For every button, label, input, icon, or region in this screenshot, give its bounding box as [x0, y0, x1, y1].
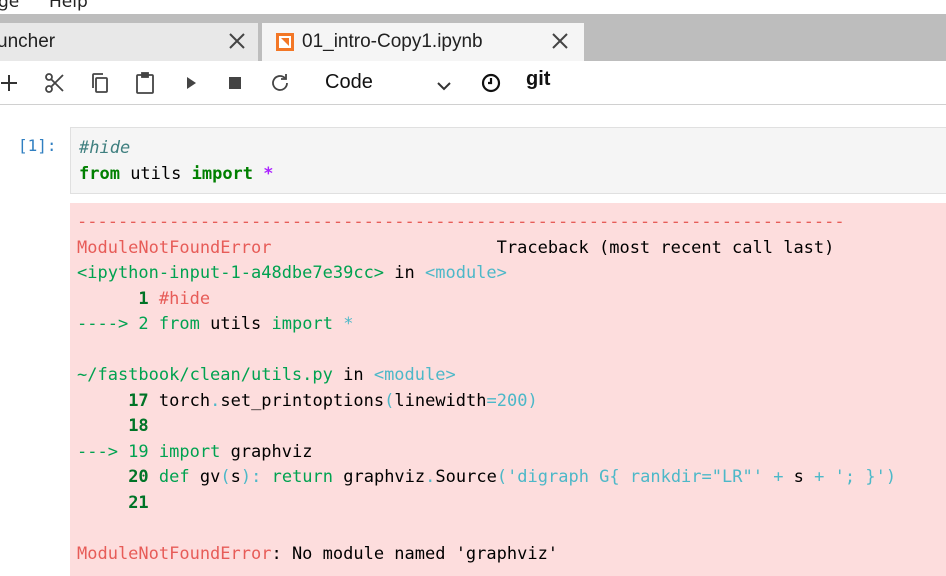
line-number: 18 — [128, 416, 149, 436]
code-string: '; }' — [834, 467, 886, 487]
module-ref: <module> — [373, 365, 456, 385]
file-path: ~/fastbook/clean/utils.py — [77, 365, 333, 385]
code-text: linewidth — [394, 390, 487, 411]
input-reference: <ipython-input-1-a48dbe7e39cc> — [77, 263, 385, 283]
menu-item[interactable]: ge — [0, 0, 19, 12]
cell-prompt: [1]: — [18, 136, 57, 155]
tab-label: 01_intro-Copy1.ipynb — [302, 31, 483, 52]
code-operator: ( — [384, 390, 395, 411]
tab-bar: uncher 01_intro-Copy1.ipynb — [0, 14, 946, 61]
code-operator: + — [814, 467, 825, 487]
code-operator: ( — [220, 467, 231, 487]
code-string: 'digraph G{ rankdir="LR"' — [507, 467, 763, 487]
run-icon[interactable] — [179, 71, 203, 95]
code-keyword: from — [79, 164, 120, 184]
traceback-dashes: ----------------------------------------… — [77, 212, 845, 232]
traceback-header: Traceback (most recent call last) — [496, 237, 835, 258]
module-ref: <module> — [425, 263, 507, 283]
add-icon[interactable] — [0, 71, 21, 95]
code-text: s — [783, 467, 815, 487]
code-operator: ): — [240, 467, 262, 487]
traceback-text: ----------------------------------------… — [77, 210, 896, 567]
code-operator: * — [343, 314, 354, 334]
paste-icon[interactable] — [133, 71, 157, 95]
code-operator: . — [210, 390, 221, 411]
code-keyword: return — [271, 467, 334, 487]
error-arrow: ----> 2 — [77, 314, 149, 334]
line-number: 17 — [128, 390, 149, 411]
code-text: torch — [158, 390, 211, 411]
code-keyword: import — [191, 164, 254, 184]
code-input-cell[interactable]: #hide from utils import * — [70, 127, 946, 194]
notebook-icon — [275, 32, 295, 52]
menu-bar: ge Help — [0, 0, 946, 14]
line-number: 21 — [128, 492, 149, 513]
code-text: graphviz — [333, 467, 426, 487]
copy-icon[interactable] — [88, 71, 112, 95]
tab-launcher[interactable]: uncher — [0, 23, 258, 61]
code-keyword: import — [271, 314, 333, 334]
code-text: Source — [435, 467, 497, 487]
restart-icon[interactable] — [268, 71, 292, 95]
error-arrow: ---> 19 — [77, 441, 149, 462]
code-text: s — [230, 467, 241, 487]
stop-icon[interactable] — [223, 71, 247, 95]
notebook-toolbar: Code git — [0, 61, 946, 105]
code-text: set_printoptions — [220, 390, 385, 411]
code-number: 200 — [496, 390, 528, 411]
chevron-down-icon — [436, 77, 452, 96]
line-number: 20 — [128, 467, 149, 487]
code-keyword: from — [158, 314, 200, 334]
cell-type-select[interactable]: Code — [318, 69, 456, 97]
error-name: ModuleNotFoundError — [77, 237, 272, 258]
in-word: in — [384, 263, 425, 283]
code-text: gv — [189, 467, 221, 487]
code-operator: ) — [885, 467, 897, 487]
code-operator: ) — [527, 390, 538, 411]
error-output: ----------------------------------------… — [70, 203, 946, 576]
close-icon[interactable] — [550, 31, 570, 51]
in-word: in — [332, 365, 374, 385]
kernel-status-icon — [479, 71, 503, 95]
code-operator: * — [263, 164, 274, 184]
git-button[interactable]: git — [526, 68, 550, 91]
code-keyword: import — [158, 441, 221, 462]
cell-type-value: Code — [325, 71, 373, 93]
code-text: graphviz — [220, 441, 313, 462]
close-icon[interactable] — [227, 31, 247, 51]
tab-label: uncher — [0, 31, 56, 52]
line-number: 1 — [138, 288, 149, 309]
code-comment: #hide — [158, 288, 211, 309]
code-operator: ( — [496, 467, 508, 487]
code-operator: + — [773, 467, 784, 487]
cut-icon[interactable] — [43, 71, 67, 95]
code-keyword: def — [158, 467, 190, 487]
error-message: : No module named 'graphviz' — [271, 543, 559, 564]
error-name: ModuleNotFoundError — [77, 543, 272, 564]
code-comment: #hide — [79, 138, 131, 158]
code-text: utils — [119, 164, 192, 184]
code-text: utils — [199, 314, 272, 334]
code-operator: . — [425, 467, 436, 487]
tab-notebook[interactable]: 01_intro-Copy1.ipynb — [262, 23, 584, 61]
code-editor[interactable]: #hide from utils import * — [79, 135, 274, 187]
menu-item-help[interactable]: Help — [49, 0, 88, 12]
code-operator: = — [486, 390, 497, 411]
